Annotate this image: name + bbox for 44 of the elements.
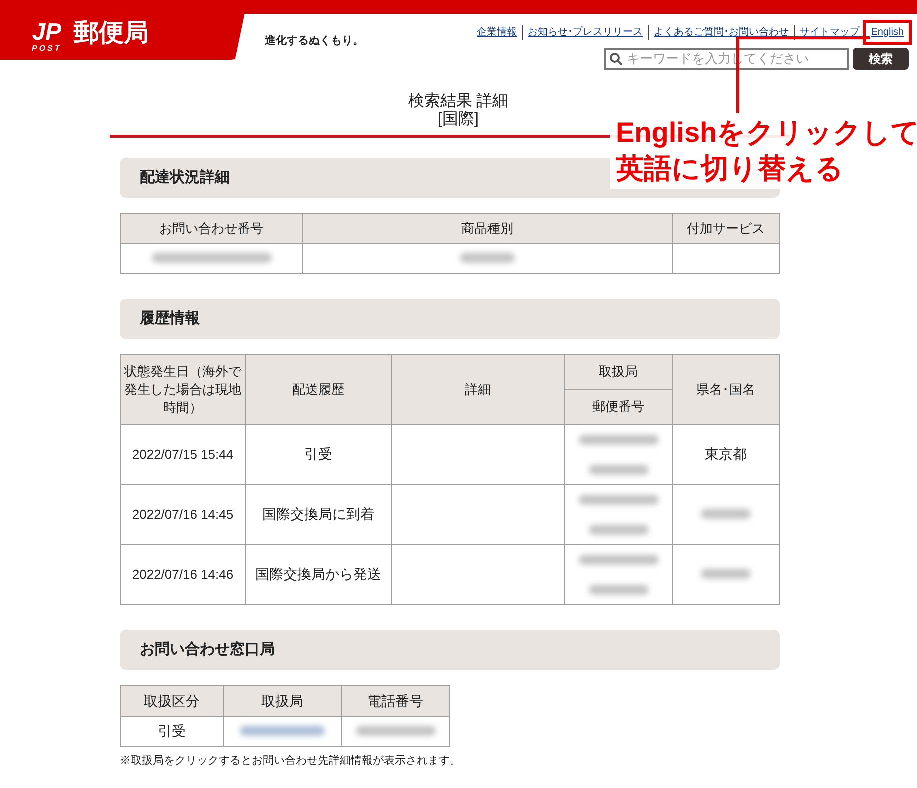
logo-mark: JP — [32, 20, 62, 44]
table-header: 商品種別 — [302, 214, 672, 244]
logo-sub: POST — [32, 44, 62, 52]
table-header: 電話番号 — [342, 686, 450, 716]
table-cell: 東京都 — [672, 424, 780, 484]
table-header: 取扱区分 — [120, 686, 224, 716]
redacted-text — [701, 509, 751, 519]
table-header: 配送履歴 — [246, 354, 392, 424]
table-header: 付加サービス — [672, 214, 780, 244]
redacted-text — [588, 584, 648, 594]
table-header: 状態発生日（海外で発生した場合は現地時間） — [120, 354, 246, 424]
table-cell: 引受 — [120, 716, 224, 746]
table-cell: 2022/07/15 15:44 — [120, 424, 246, 484]
table-header: 県名･国名 — [672, 354, 780, 424]
table-cell: 2022/07/16 14:46 — [120, 544, 246, 604]
tagline: 進化するぬくもり。 — [265, 34, 364, 49]
table-header: 取扱局 — [224, 686, 342, 716]
redacted-text — [460, 252, 515, 263]
footnote: ※取扱局をクリックするとお問い合わせ先詳細情報が表示されます。 — [120, 754, 462, 769]
annotation-text: Englishをクリックして 英語に切り替える — [610, 113, 917, 189]
table-header: 取扱局 — [564, 354, 672, 390]
header-link[interactable]: English — [866, 23, 909, 42]
redacted-text — [701, 569, 751, 579]
page-title: [国際] — [438, 111, 479, 129]
search-button[interactable]: 検索 — [853, 48, 909, 70]
table-cell: 国際交換局に到着 — [246, 484, 392, 544]
page-title: 検索結果 詳細 — [408, 93, 509, 111]
redacted-text — [588, 524, 648, 534]
table-header: お問い合わせ番号 — [120, 214, 302, 244]
table-cell: 国際交換局から発送 — [246, 544, 392, 604]
section-title: お問い合わせ窓口局 — [140, 640, 275, 660]
header-link[interactable]: よくあるご質問･お問い合わせ — [649, 25, 794, 40]
table-cell: 2022/07/16 14:45 — [120, 484, 246, 544]
redacted-text — [588, 464, 648, 474]
header-link[interactable]: 企業情報 — [472, 25, 522, 40]
table-header: 郵便番号 — [564, 390, 672, 424]
section-title: 履歴情報 — [140, 308, 200, 329]
logo-text: 郵便局 — [74, 18, 149, 49]
section-title: 配達状況詳細 — [140, 168, 230, 188]
header-link[interactable]: サイトマップ — [795, 25, 866, 40]
header-link[interactable]: お知らせ･プレスリリース — [523, 25, 648, 40]
search-icon — [609, 52, 623, 66]
table-cell: 引受 — [246, 424, 392, 484]
table-header: 詳細 — [392, 354, 564, 424]
